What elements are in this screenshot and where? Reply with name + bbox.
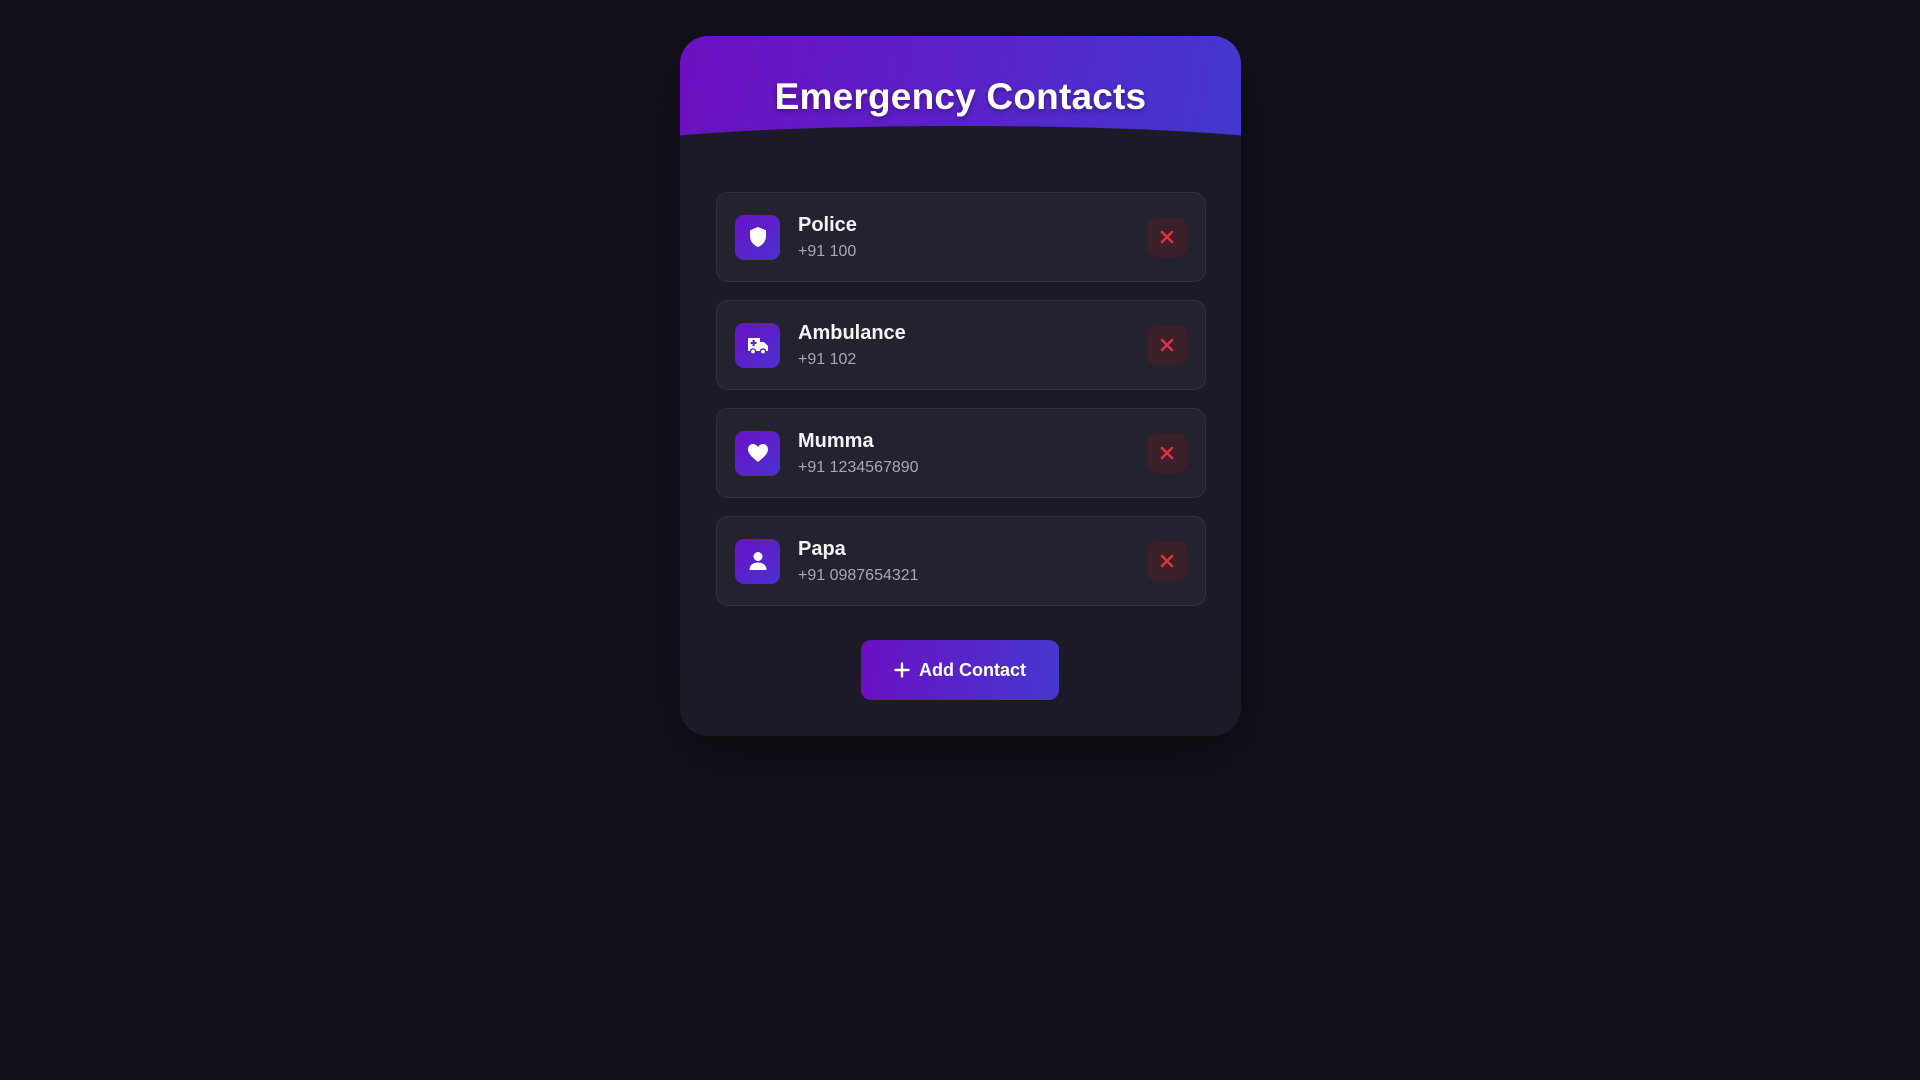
close-icon <box>1160 338 1174 352</box>
contact-item-ambulance[interactable]: Ambulance +91 102 <box>716 300 1206 390</box>
contact-name: Mumma <box>798 429 874 452</box>
contact-item-police[interactable]: Police +91 100 <box>716 192 1206 282</box>
delete-contact-button[interactable] <box>1147 433 1187 473</box>
contact-item-papa[interactable]: Papa +91 0987654321 <box>716 516 1206 606</box>
delete-contact-button[interactable] <box>1147 541 1187 581</box>
contact-list: Police +91 100 Ambulance +91 102 Mumma +… <box>716 192 1206 624</box>
contact-phone: +91 102 <box>798 350 857 368</box>
add-contact-button[interactable]: Add Contact <box>861 640 1059 700</box>
add-contact-label: Add Contact <box>919 659 1026 680</box>
contact-name: Papa <box>798 537 846 560</box>
contact-name: Police <box>798 213 857 236</box>
page-title: Emergency Contacts <box>774 76 1147 117</box>
plus-icon <box>894 662 910 678</box>
delete-contact-button[interactable] <box>1147 217 1187 257</box>
card-header: Emergency Contacts <box>680 36 1241 266</box>
emergency-contacts-card: Emergency Contacts Police +91 100 Ambula… <box>680 36 1241 736</box>
close-icon <box>1160 446 1174 460</box>
close-icon <box>1160 554 1174 568</box>
person-icon <box>735 538 780 584</box>
contact-name: Ambulance <box>798 321 906 344</box>
contact-item-mumma[interactable]: Mumma +91 1234567890 <box>716 408 1206 498</box>
contact-phone: +91 0987654321 <box>798 566 919 584</box>
heart-icon <box>735 430 780 476</box>
delete-contact-button[interactable] <box>1147 325 1187 365</box>
shield-icon <box>735 214 780 260</box>
close-icon <box>1160 230 1174 244</box>
contact-phone: +91 100 <box>798 242 857 260</box>
contact-phone: +91 1234567890 <box>798 458 919 476</box>
ambulance-icon <box>735 322 780 368</box>
